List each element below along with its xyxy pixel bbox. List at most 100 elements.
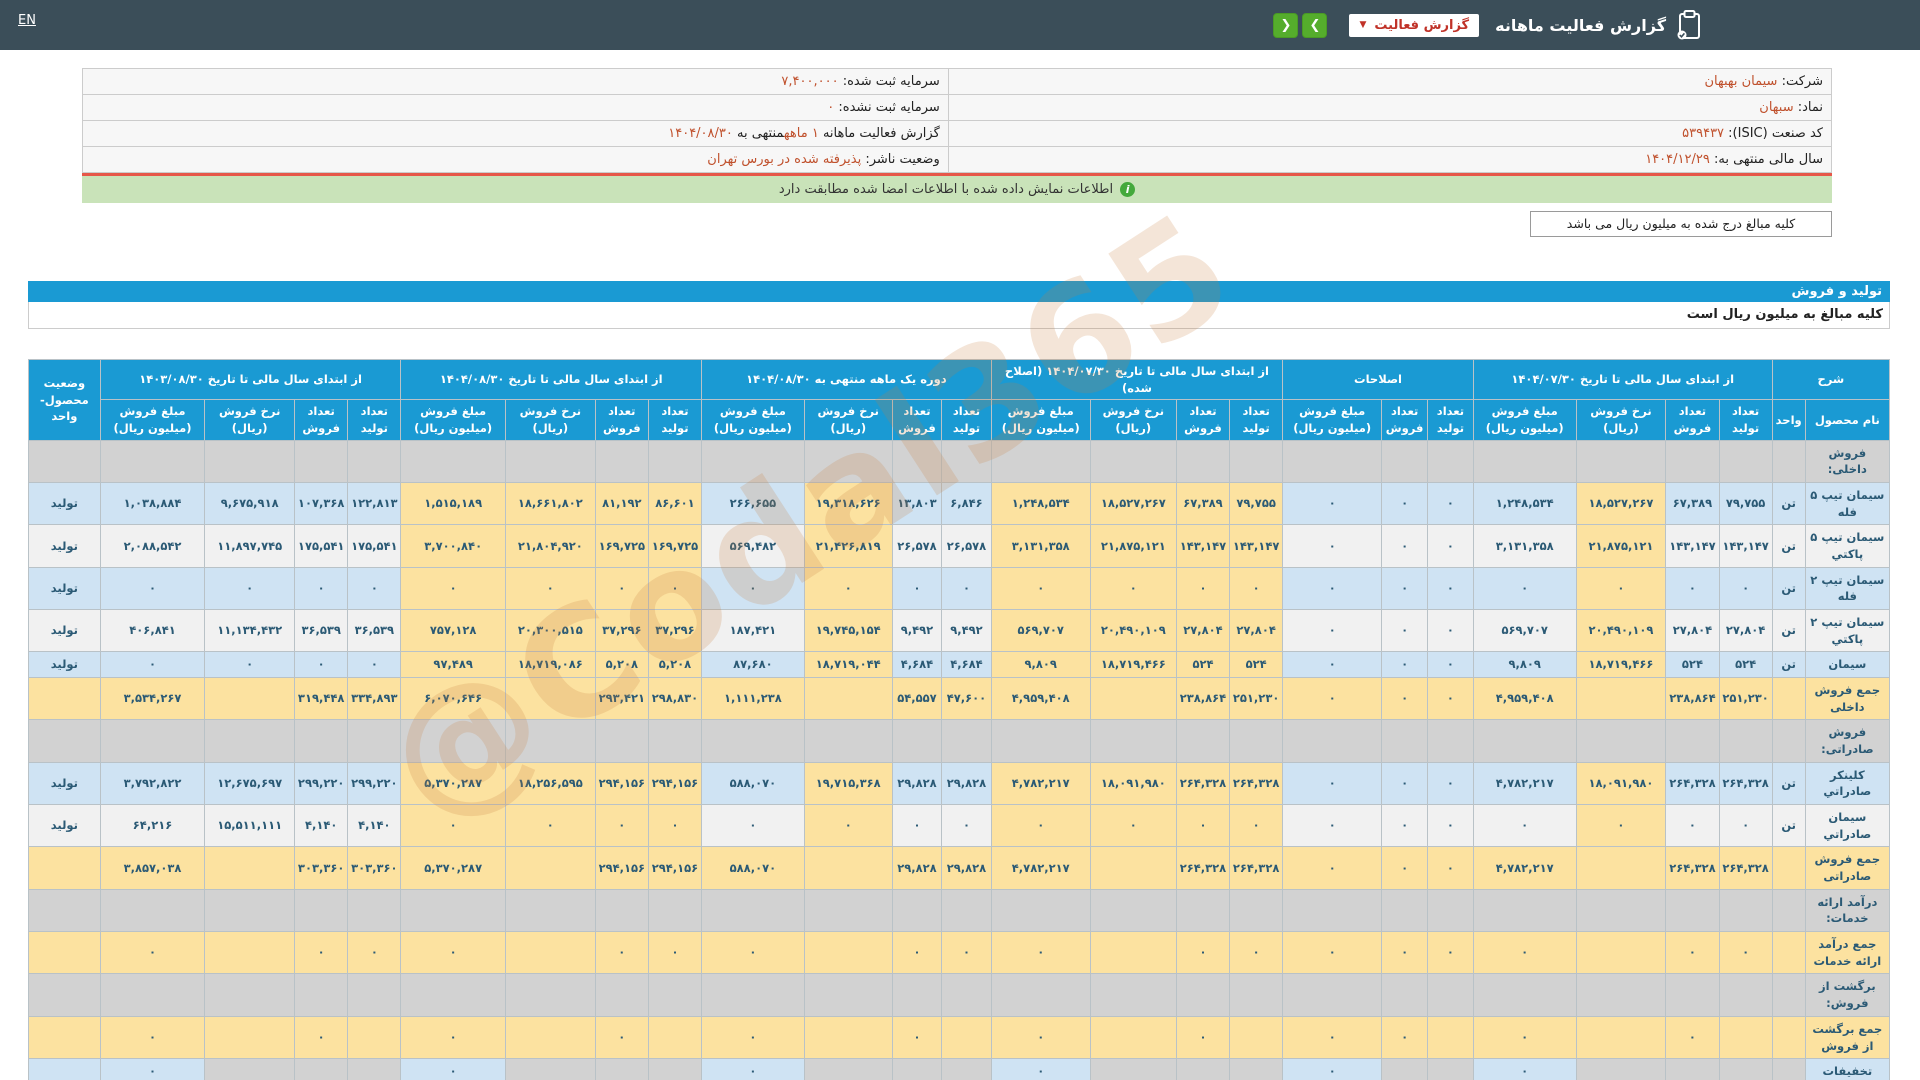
data-cell xyxy=(505,720,595,762)
report-type-dropdown[interactable]: گزارش فعالیت ▼ xyxy=(1349,14,1479,37)
data-cell: ۶,۸۴۶ xyxy=(942,483,992,525)
column-header: نرخ فروش (ریال) xyxy=(804,400,892,440)
data-cell xyxy=(942,720,992,762)
data-cell: ۳,۱۳۱,۳۵۸ xyxy=(1473,525,1576,567)
data-cell xyxy=(1473,720,1576,762)
data-cell xyxy=(1473,974,1576,1016)
company-info-section: شرکت: سیمان بهبهانسرمایه ثبت شده: ۷,۴۰۰,… xyxy=(0,50,1920,237)
data-cell xyxy=(1772,720,1805,762)
signature-match-text: اطلاعات نمایش داده شده با اطلاعات امضا ش… xyxy=(779,182,1113,197)
data-cell: تولید xyxy=(29,805,101,847)
data-cell xyxy=(29,1016,101,1058)
data-cell: ۷۹,۷۵۵ xyxy=(1719,483,1772,525)
data-cell: ۱۸۷,۴۲۱ xyxy=(702,610,805,652)
data-cell: ۰ xyxy=(100,1016,205,1058)
data-cell: ۳,۷۰۰,۸۴۰ xyxy=(401,525,506,567)
info-label: گزارش فعالیت ماهانه xyxy=(819,126,940,141)
data-cell: ۳۶,۵۳۹ xyxy=(348,610,401,652)
data-cell: ۵۴,۵۵۷ xyxy=(892,678,942,720)
data-cell xyxy=(1428,720,1474,762)
data-cell xyxy=(702,889,805,931)
info-value: سیمان بهبهان xyxy=(1704,74,1777,89)
data-cell: ۶۷,۳۸۹ xyxy=(1666,483,1719,525)
data-cell: ۴,۷۸۲,۲۱۷ xyxy=(991,762,1090,804)
data-cell xyxy=(1666,889,1719,931)
data-cell: ۰ xyxy=(991,1016,1090,1058)
data-cell: ۰ xyxy=(205,652,295,678)
data-cell xyxy=(1772,1016,1805,1058)
data-cell xyxy=(205,974,295,1016)
table-row-product: کلینکر صادراتيتن۲۶۴,۳۲۸۲۶۴,۳۲۸۱۸,۰۹۱,۹۸۰… xyxy=(29,762,1890,804)
data-cell xyxy=(1428,974,1474,1016)
data-cell: ۰ xyxy=(1283,610,1382,652)
info-value: ۷,۴۰۰,۰۰۰ xyxy=(781,74,838,89)
data-cell xyxy=(1772,974,1805,1016)
data-cell: ۱۱,۸۹۷,۷۴۵ xyxy=(205,525,295,567)
data-cell xyxy=(1772,847,1805,889)
data-cell: ۳,۸۵۷,۰۳۸ xyxy=(100,847,205,889)
data-cell: ۰ xyxy=(702,932,805,974)
data-cell xyxy=(892,720,942,762)
data-cell xyxy=(1666,720,1719,762)
data-cell xyxy=(1176,1059,1229,1080)
info-cell-right: نماد: سبهان xyxy=(948,95,1831,121)
data-cell: ۰ xyxy=(401,1059,506,1080)
data-cell xyxy=(1230,974,1283,1016)
data-cell: ۰ xyxy=(595,932,648,974)
column-header: نرخ فروش (ریال) xyxy=(505,400,595,440)
data-cell xyxy=(401,889,506,931)
data-cell: ۲۶۴,۳۲۸ xyxy=(1230,847,1283,889)
data-cell: ۵۶۹,۷۰۷ xyxy=(1473,610,1576,652)
data-cell: ۰ xyxy=(1283,1016,1382,1058)
data-cell: ۳۰۳,۳۶۰ xyxy=(295,847,348,889)
data-cell xyxy=(205,889,295,931)
data-cell: ۰ xyxy=(1283,678,1382,720)
data-cell: ۵۸۸,۰۷۰ xyxy=(702,847,805,889)
data-cell xyxy=(1473,889,1576,931)
table-row-product: سیمان تیپ ۵ فلهتن۷۹,۷۵۵۶۷,۳۸۹۱۸,۵۲۷,۲۶۷۱… xyxy=(29,483,1890,525)
data-cell: ۱۹,۷۱۵,۳۶۸ xyxy=(804,762,892,804)
data-cell xyxy=(295,889,348,931)
data-cell: ۰ xyxy=(942,805,992,847)
next-report-button[interactable]: ❯ xyxy=(1302,13,1327,38)
data-cell xyxy=(505,974,595,1016)
data-cell xyxy=(100,974,205,1016)
data-cell xyxy=(892,889,942,931)
info-icon: i xyxy=(1120,182,1135,197)
data-cell: ۱۴۳,۱۴۷ xyxy=(1719,525,1772,567)
info-label: منتهی به xyxy=(733,126,784,141)
column-header: تعداد فروش xyxy=(595,400,648,440)
data-cell xyxy=(1666,974,1719,1016)
data-cell xyxy=(1230,1016,1283,1058)
data-cell: ۰ xyxy=(1090,805,1176,847)
product-name-cell: برگشت از فروش: xyxy=(1805,974,1889,1016)
table-row-product: سیمان تیپ ۲ پاکتيتن۲۷,۸۰۴۲۷,۸۰۴۲۰,۴۹۰,۱۰… xyxy=(29,610,1890,652)
data-cell: ۱۷۵,۵۴۱ xyxy=(295,525,348,567)
info-label: وضعیت ناشر: xyxy=(861,152,940,167)
table-row-product: سیمان تیپ ۵ پاکتيتن۱۴۳,۱۴۷۱۴۳,۱۴۷۲۱,۸۷۵,… xyxy=(29,525,1890,567)
data-cell xyxy=(348,720,401,762)
english-language-link[interactable]: EN xyxy=(18,13,36,28)
data-cell xyxy=(1576,720,1666,762)
column-header: مبلغ فروش (میلیون ریال) xyxy=(1283,400,1382,440)
column-header: تعداد فروش xyxy=(295,400,348,440)
data-cell: ۰ xyxy=(1283,652,1382,678)
data-cell: ۸۶,۶۰۱ xyxy=(648,483,701,525)
data-cell: ۲۹۴,۱۵۶ xyxy=(595,762,648,804)
data-cell: ۰ xyxy=(942,567,992,609)
data-cell xyxy=(1576,932,1666,974)
data-cell: ۰ xyxy=(1230,567,1283,609)
data-cell xyxy=(595,720,648,762)
previous-report-button[interactable]: ❮ xyxy=(1273,13,1298,38)
info-value: ۱۴۰۴/۰۸/۳۰ xyxy=(668,126,733,141)
data-cell: ۰ xyxy=(804,567,892,609)
data-cell: ۰ xyxy=(1666,567,1719,609)
data-cell xyxy=(100,720,205,762)
data-cell: ۲۹,۸۲۸ xyxy=(942,847,992,889)
data-cell: ۱۸,۲۵۶,۵۹۵ xyxy=(505,762,595,804)
data-cell: ۰ xyxy=(295,567,348,609)
column-header: نرخ فروش (ریال) xyxy=(205,400,295,440)
data-cell xyxy=(1666,440,1719,482)
data-cell: ۱۱,۱۳۴,۴۳۲ xyxy=(205,610,295,652)
info-cell-left: سرمایه ثبت نشده: ۰ xyxy=(83,95,949,121)
